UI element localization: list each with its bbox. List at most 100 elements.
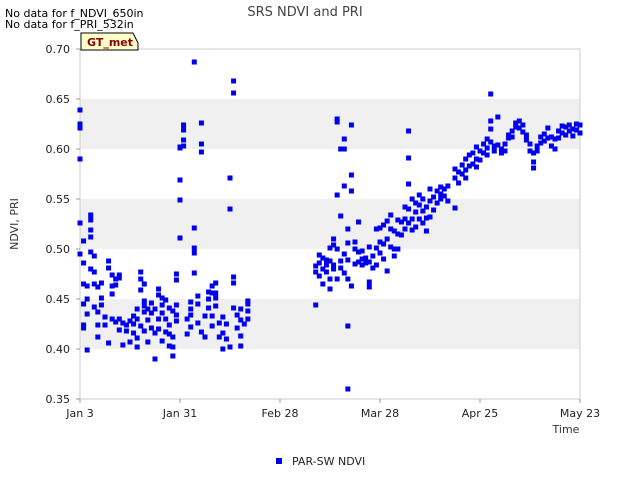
data-point	[338, 213, 344, 219]
data-point	[238, 343, 244, 349]
data-point	[191, 250, 197, 256]
data-point	[109, 291, 115, 297]
chart-title: SRS NDVI and PRI	[247, 5, 362, 20]
data-point	[463, 175, 469, 181]
data-point	[216, 320, 222, 326]
data-point	[152, 356, 158, 362]
data-point	[141, 281, 147, 287]
data-point	[77, 220, 83, 226]
data-point	[231, 280, 237, 286]
data-point	[206, 305, 212, 311]
data-point	[488, 126, 494, 132]
data-point	[177, 235, 183, 241]
data-point	[341, 136, 347, 142]
data-point	[88, 227, 94, 233]
data-point	[148, 325, 154, 331]
data-point	[384, 268, 390, 274]
data-point	[402, 226, 408, 232]
data-point	[445, 183, 451, 189]
data-point	[198, 329, 204, 335]
data-point	[227, 175, 233, 181]
data-point	[141, 328, 147, 334]
data-point	[534, 148, 540, 154]
data-point	[191, 245, 197, 251]
data-point	[141, 298, 147, 304]
data-point	[406, 181, 412, 187]
data-point	[345, 257, 351, 263]
data-point	[427, 186, 433, 192]
data-point	[527, 141, 533, 147]
data-point	[570, 133, 576, 139]
data-point	[98, 302, 104, 308]
data-point	[209, 323, 215, 329]
data-point	[84, 311, 90, 317]
data-point	[502, 141, 508, 147]
x-axis: Jan 3 Jan 31 Feb 28 Mar 28 Apr 25 May 23	[65, 399, 600, 420]
data-point	[195, 320, 201, 326]
y-tick-label: 0.55	[46, 193, 71, 206]
data-point	[484, 152, 490, 158]
data-point	[366, 244, 372, 250]
data-point	[245, 301, 251, 307]
data-point	[170, 334, 176, 340]
data-point	[77, 125, 83, 131]
data-point	[84, 283, 90, 289]
data-point	[331, 266, 337, 272]
y-axis-title: NDVI, PRI	[8, 198, 21, 250]
data-point	[552, 146, 558, 152]
data-point	[420, 220, 426, 226]
legend-swatch	[276, 458, 282, 464]
data-point	[348, 172, 354, 178]
data-point	[88, 234, 94, 240]
data-point	[338, 258, 344, 264]
data-point	[334, 192, 340, 198]
x-tick-label: Jan 31	[162, 407, 197, 420]
data-point	[531, 159, 537, 165]
data-point	[348, 122, 354, 128]
data-point	[138, 276, 144, 282]
data-point	[123, 328, 129, 334]
data-point	[488, 91, 494, 97]
data-point	[177, 177, 183, 183]
x-tick-label: Jan 3	[65, 407, 93, 420]
y-tick-label: 0.60	[46, 143, 71, 156]
data-point	[313, 302, 319, 308]
y-axis: 0.35 0.40 0.45 0.50 0.55 0.60 0.65 0.70	[46, 43, 80, 406]
data-point	[316, 260, 322, 266]
data-point	[77, 251, 83, 257]
data-point	[173, 271, 179, 277]
data-point	[191, 225, 197, 231]
data-point	[81, 301, 87, 307]
data-point	[556, 135, 562, 141]
data-point	[320, 281, 326, 287]
data-point	[213, 290, 219, 296]
data-point	[181, 137, 187, 143]
data-point	[195, 301, 201, 307]
data-point	[163, 297, 169, 303]
data-point	[213, 303, 219, 309]
y-tick-label: 0.45	[46, 293, 71, 306]
data-point	[152, 306, 158, 312]
data-point	[327, 276, 333, 282]
data-point	[420, 196, 426, 202]
x-tick-label: Mar 28	[361, 407, 399, 420]
data-point	[366, 279, 372, 285]
data-point	[413, 209, 419, 215]
badge-label: GT_met	[87, 36, 133, 49]
data-point	[409, 216, 415, 222]
data-point	[145, 339, 151, 345]
data-point	[334, 276, 340, 282]
data-point	[213, 280, 219, 286]
x-tick-label: Apr 25	[462, 407, 499, 420]
data-point	[352, 239, 358, 245]
data-point	[163, 316, 169, 322]
x-tick-label: Feb 28	[262, 407, 299, 420]
data-point	[227, 206, 233, 212]
data-point	[84, 347, 90, 353]
data-point	[181, 127, 187, 133]
data-point	[473, 164, 479, 170]
gt-met-badge[interactable]: GT_met	[80, 32, 139, 51]
data-point	[331, 236, 337, 242]
x-axis-title: Time	[552, 423, 580, 436]
data-point	[106, 265, 112, 271]
